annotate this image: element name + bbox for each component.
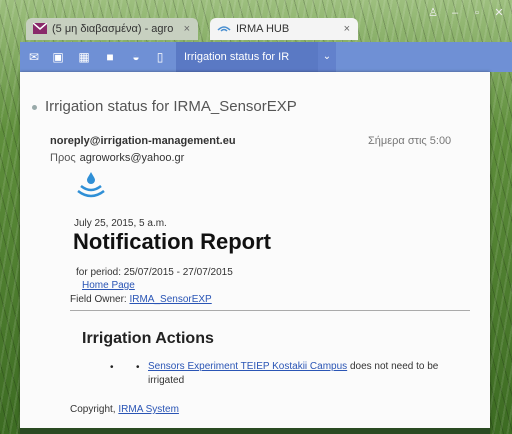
- recipient-line: Προς agroworks@yahoo.gr: [50, 152, 184, 164]
- irma-icon: [217, 26, 231, 32]
- tab-irrigation-status[interactable]: Irrigation status for IR: [176, 42, 318, 72]
- bullet-icon: •: [110, 362, 114, 373]
- copyright-label: Copyright,: [70, 404, 116, 415]
- bullet-icon: •: [136, 362, 140, 373]
- home-page-link[interactable]: Home Page: [82, 280, 135, 291]
- chevron-down-icon[interactable]: ⌄: [318, 42, 336, 72]
- close-icon[interactable]: ✕: [490, 6, 508, 20]
- tab-mail[interactable]: (5 μη διαβασμένα) - agro ×: [26, 18, 198, 40]
- received-time: Σήμερα στις 5:00: [368, 135, 452, 147]
- calendar-icon[interactable]: ▦: [76, 49, 92, 65]
- field-link[interactable]: Sensors Experiment TEIEP Kostakii Campus: [148, 361, 347, 372]
- tab-label: IRMA HUB: [236, 23, 290, 35]
- field-owner: Field Owner: IRMA_SensorEXP: [70, 294, 212, 305]
- close-icon[interactable]: ×: [344, 18, 350, 40]
- sender-address[interactable]: noreply@irrigation-management.eu: [50, 135, 236, 147]
- restore-icon[interactable]: ▫: [468, 6, 486, 20]
- subject-text: Irrigation status for IRMA_SensorEXP: [45, 98, 297, 115]
- browser-titlebar: (5 μη διαβασμένα) - agro × IRMA HUB × ♙ …: [20, 0, 512, 40]
- notes-icon[interactable]: ■: [102, 49, 118, 65]
- message-panel: Irrigation status for IRMA_SensorEXP nor…: [20, 72, 490, 434]
- phone-icon[interactable]: ▯: [152, 49, 168, 65]
- minimize-icon[interactable]: –: [446, 6, 464, 20]
- unread-dot-icon: [32, 104, 37, 110]
- mail-toolbar: ✉ ▣ ▦ ■ ◒ ▯ Irrigation status for IR ⌄: [20, 42, 512, 72]
- person-icon[interactable]: ♙: [424, 6, 442, 20]
- mail-icon: [33, 23, 47, 34]
- divider: [70, 310, 470, 311]
- close-icon[interactable]: ×: [184, 18, 190, 40]
- irma-system-link[interactable]: IRMA System: [118, 404, 179, 415]
- contacts-icon[interactable]: ▣: [50, 49, 66, 65]
- copyright-line: Copyright, IRMA System: [70, 404, 179, 415]
- circle-icon[interactable]: ◒: [128, 49, 144, 65]
- to-label: Προς: [50, 152, 76, 164]
- tab-irma-hub[interactable]: IRMA HUB ×: [210, 18, 358, 40]
- message-subject: Irrigation status for IRMA_SensorEXP: [32, 98, 297, 115]
- report-period: for period: 25/07/2015 - 27/07/2015: [76, 267, 233, 278]
- water-drop-icon: [77, 172, 105, 198]
- irrigation-actions-heading: Irrigation Actions: [82, 330, 214, 347]
- recipient-address[interactable]: agroworks@yahoo.gr: [80, 152, 185, 164]
- report-date: July 25, 2015, 5 a.m.: [74, 218, 167, 229]
- tab-label: (5 μη διαβασμένα) - agro: [52, 23, 174, 35]
- bottom-bar: [20, 428, 490, 434]
- field-owner-label: Field Owner:: [70, 294, 127, 305]
- mail-icon[interactable]: ✉: [26, 49, 42, 65]
- field-owner-link[interactable]: IRMA_SensorEXP: [129, 294, 211, 305]
- report-title: Notification Report: [73, 229, 271, 254]
- irrigation-action-item: Sensors Experiment TEIEP Kostakii Campus…: [148, 360, 458, 388]
